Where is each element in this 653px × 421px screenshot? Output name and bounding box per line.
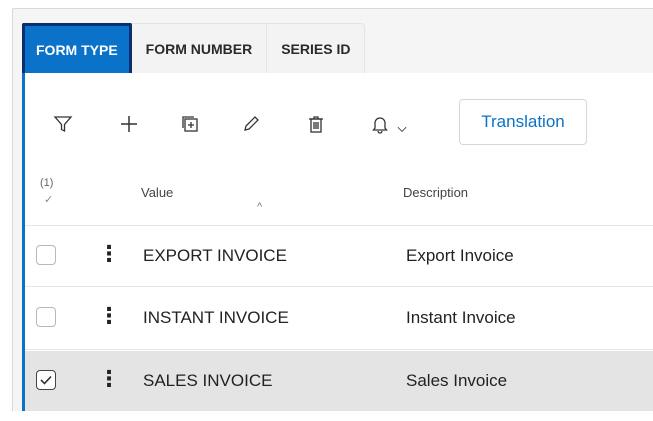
- row-checkbox[interactable]: [36, 307, 56, 327]
- tab-bar: FORM TYPE FORM NUMBER SERIES ID: [22, 23, 366, 73]
- cell-value: SALES INVOICE: [143, 371, 273, 390]
- filter-icon[interactable]: [52, 113, 74, 135]
- delete-icon[interactable]: [305, 113, 327, 135]
- table-row[interactable]: ⋮ INSTANT INVOICE Instant Invoice: [25, 288, 653, 350]
- tab-series-id[interactable]: SERIES ID: [267, 23, 366, 73]
- row-menu-icon[interactable]: ⋮: [98, 367, 120, 391]
- cell-description: Export Invoice: [406, 246, 514, 265]
- grid-panel: Translation (1) ✓ Value ^ Description ⋮ …: [22, 73, 653, 411]
- table-row[interactable]: ⋮ EXPORT INVOICE Export Invoice: [25, 225, 653, 287]
- tab-form-type[interactable]: FORM TYPE: [22, 23, 132, 73]
- bell-icon[interactable]: [369, 113, 391, 135]
- translation-button[interactable]: Translation: [459, 99, 587, 145]
- edit-icon[interactable]: [240, 113, 262, 135]
- cell-value: INSTANT INVOICE: [143, 308, 289, 327]
- row-menu-icon[interactable]: ⋮: [98, 242, 120, 266]
- select-all-check-icon[interactable]: ✓: [44, 193, 53, 206]
- tab-form-number[interactable]: FORM NUMBER: [131, 23, 268, 73]
- table-row-selected[interactable]: ⋮ SALES INVOICE Sales Invoice: [25, 351, 653, 411]
- cell-description: Sales Invoice: [406, 371, 508, 390]
- row-menu-icon[interactable]: ⋮: [98, 304, 120, 328]
- cell-value: EXPORT INVOICE: [143, 246, 287, 265]
- selected-count: (1): [40, 177, 54, 189]
- duplicate-icon[interactable]: [179, 113, 201, 135]
- check-icon: [40, 375, 52, 385]
- table-header: (1) ✓ Value ^ Description: [25, 165, 653, 225]
- sort-ascending-icon[interactable]: ^: [257, 201, 262, 213]
- chevron-down-icon[interactable]: [391, 118, 413, 140]
- add-icon[interactable]: [118, 113, 140, 135]
- row-checkbox[interactable]: [36, 245, 56, 265]
- toolbar: Translation: [25, 97, 653, 151]
- column-header-value[interactable]: Value: [141, 185, 173, 200]
- column-header-description[interactable]: Description: [403, 185, 468, 200]
- cell-description: Instant Invoice: [406, 308, 516, 327]
- row-checkbox-checked[interactable]: [36, 370, 56, 390]
